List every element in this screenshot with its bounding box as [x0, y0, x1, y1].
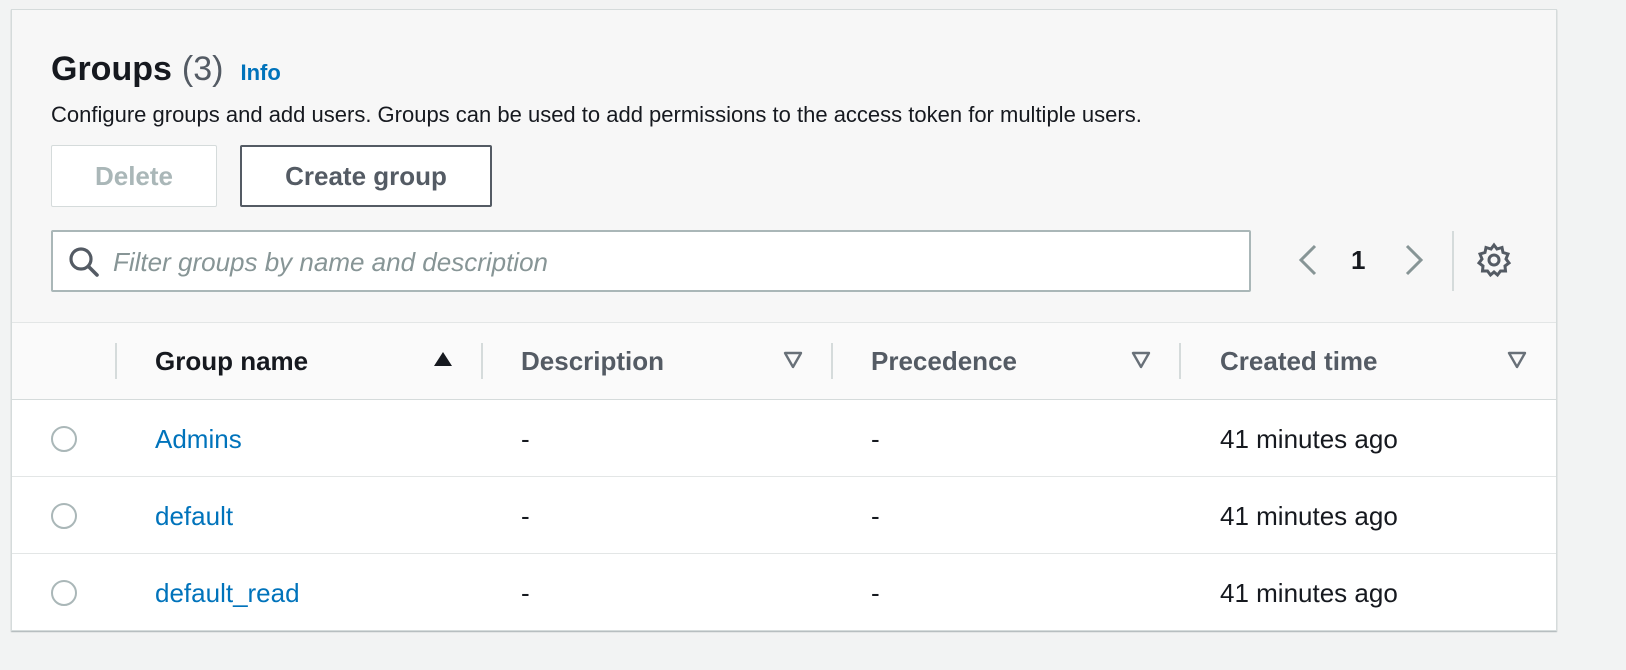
table-row[interactable]: default_read - - 41 minutes ago: [12, 554, 1556, 630]
table-row[interactable]: default - - 41 minutes ago: [12, 477, 1556, 554]
column-header-created-time[interactable]: Created time: [1220, 346, 1378, 377]
delete-button[interactable]: Delete: [51, 145, 217, 207]
chevron-left-icon[interactable]: [1295, 242, 1321, 278]
groups-count: (3): [181, 50, 224, 88]
column-divider[interactable]: [831, 343, 833, 379]
caret-down-outline-icon[interactable]: [783, 350, 803, 370]
panel-header: Groups (3) Info Configure groups and add…: [12, 10, 1556, 323]
column-header-group-name[interactable]: Group name: [155, 346, 308, 377]
group-created-time: 41 minutes ago: [1220, 424, 1398, 454]
row-select-radio[interactable]: [51, 503, 77, 529]
column-header-description[interactable]: Description: [521, 346, 664, 377]
group-precedence: -: [871, 424, 880, 454]
title-row: Groups (3) Info: [51, 50, 281, 89]
group-name-link[interactable]: default_read: [155, 578, 300, 609]
gear-icon[interactable]: [1476, 242, 1512, 278]
row-select-radio[interactable]: [51, 580, 77, 606]
groups-panel: Groups (3) Info Configure groups and add…: [11, 9, 1557, 631]
table-header: Group name Description Precedence Create…: [12, 323, 1556, 400]
chevron-right-icon[interactable]: [1401, 242, 1427, 278]
column-divider[interactable]: [1179, 343, 1181, 379]
group-name-link[interactable]: Admins: [155, 424, 242, 455]
panel-description: Configure groups and add users. Groups c…: [51, 102, 1142, 127]
pagination-divider: [1452, 231, 1454, 291]
caret-down-outline-icon[interactable]: [1131, 350, 1151, 370]
column-divider: [115, 343, 117, 379]
group-precedence: -: [871, 578, 880, 608]
group-description: -: [521, 424, 530, 454]
search-input[interactable]: [111, 232, 1235, 292]
column-header-precedence[interactable]: Precedence: [871, 346, 1017, 377]
group-created-time: 41 minutes ago: [1220, 501, 1398, 531]
create-group-button[interactable]: Create group: [240, 145, 492, 207]
group-created-time: 41 minutes ago: [1220, 578, 1398, 608]
caret-down-outline-icon[interactable]: [1507, 350, 1527, 370]
info-link[interactable]: Info: [240, 60, 280, 86]
page-title: Groups: [51, 50, 172, 88]
search-icon: [69, 247, 99, 277]
table-row[interactable]: Admins - - 41 minutes ago: [12, 400, 1556, 477]
group-description: -: [521, 578, 530, 608]
group-description: -: [521, 501, 530, 531]
group-name-link[interactable]: default: [155, 501, 233, 532]
current-page-number[interactable]: 1: [1351, 245, 1365, 276]
caret-up-filled-icon[interactable]: [433, 350, 453, 370]
group-precedence: -: [871, 501, 880, 531]
column-divider[interactable]: [481, 343, 483, 379]
search-field[interactable]: [51, 230, 1251, 292]
row-select-radio[interactable]: [51, 426, 77, 452]
